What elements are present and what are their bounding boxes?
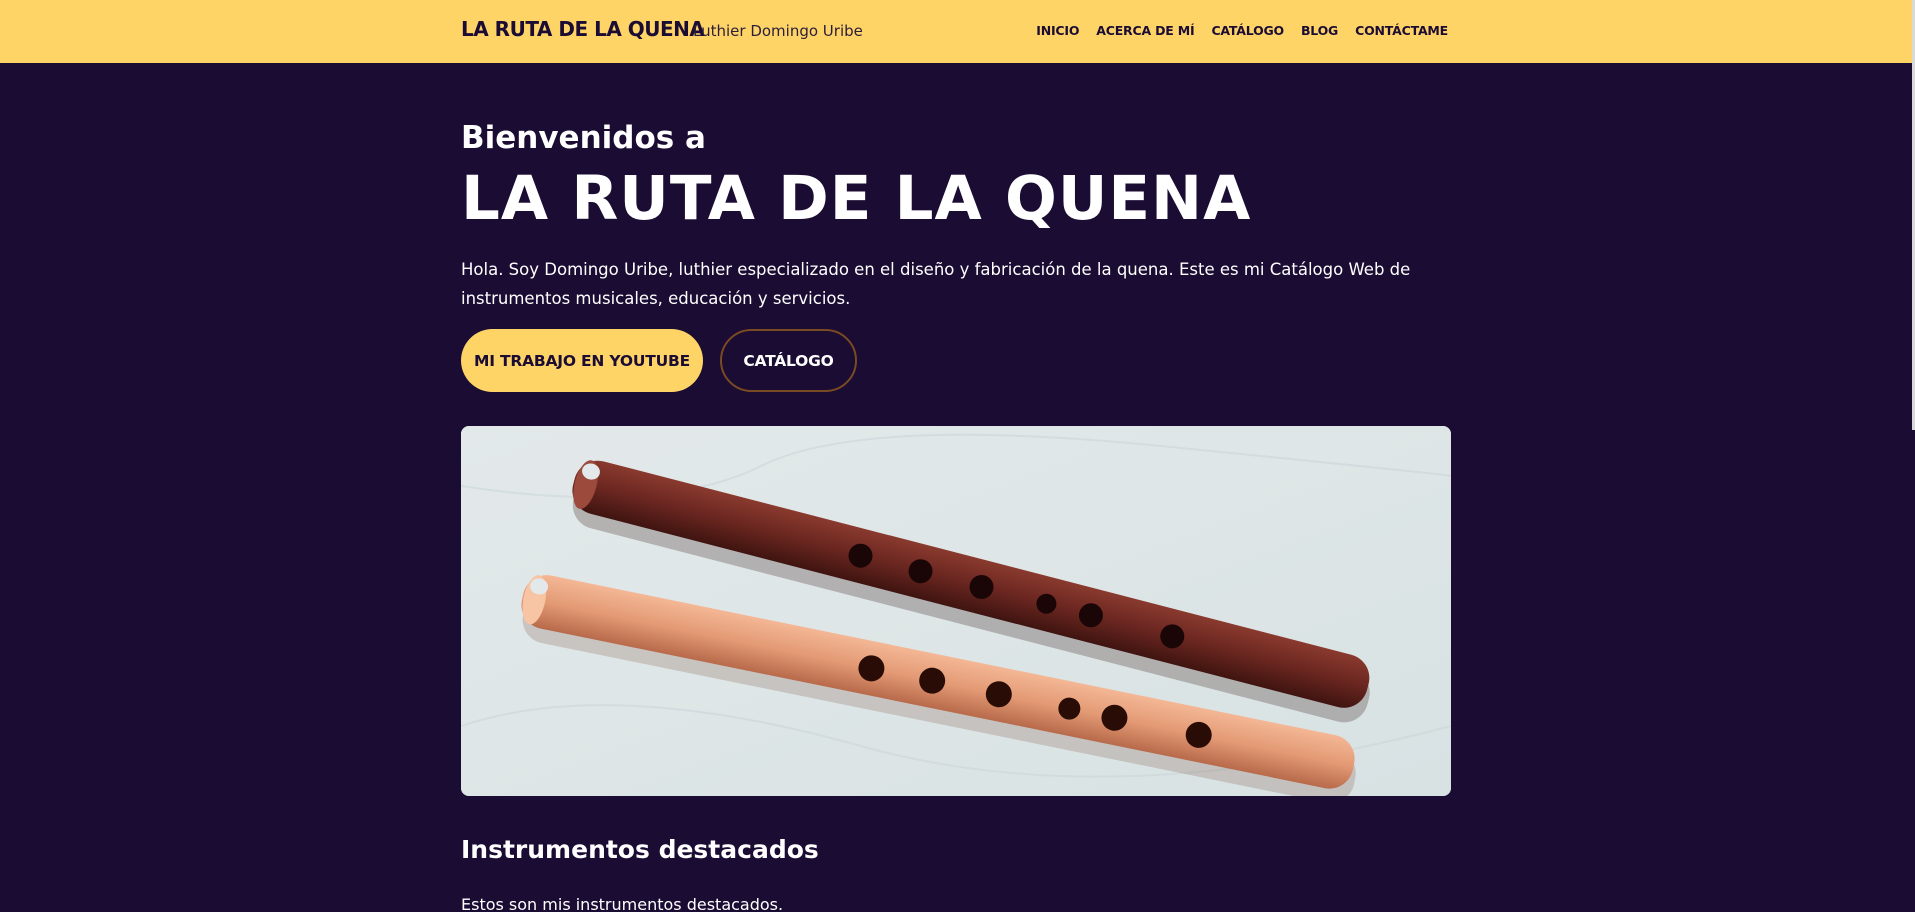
- hero-intro: Hola. Soy Domingo Uribe, luthier especia…: [461, 260, 1411, 308]
- hero-welcome: Bienvenidos a: [461, 120, 706, 156]
- nav-item-contacto[interactable]: CONTÁCTAME: [1355, 23, 1448, 38]
- nav-item-acerca[interactable]: ACERCA DE MÍ: [1096, 23, 1194, 38]
- hero-image-quenas: [461, 426, 1451, 796]
- main-nav: INICIO ACERCA DE MÍ CATÁLOGO BLOG CONTÁC…: [1036, 23, 1448, 38]
- featured-text: Estos son mis instrumentos destacados.: [461, 895, 784, 912]
- nav-item-inicio[interactable]: INICIO: [1036, 23, 1079, 38]
- featured-title: Instrumentos destacados: [461, 835, 819, 864]
- nav-item-catalogo[interactable]: CATÁLOGO: [1211, 23, 1284, 38]
- nav-item-blog[interactable]: BLOG: [1301, 23, 1338, 38]
- site-tagline: Luthier Domingo Uribe: [693, 22, 863, 40]
- catalog-button[interactable]: CATÁLOGO: [720, 329, 857, 392]
- site-header: LA RUTA DE LA QUENA Luthier Domingo Urib…: [0, 0, 1912, 63]
- quenas-illustration: [461, 426, 1451, 796]
- hero-title: LA RUTA DE LA QUENA: [461, 163, 1252, 234]
- youtube-button[interactable]: MI TRABAJO EN YOUTUBE: [461, 329, 703, 392]
- site-brand[interactable]: LA RUTA DE LA QUENA: [461, 17, 705, 41]
